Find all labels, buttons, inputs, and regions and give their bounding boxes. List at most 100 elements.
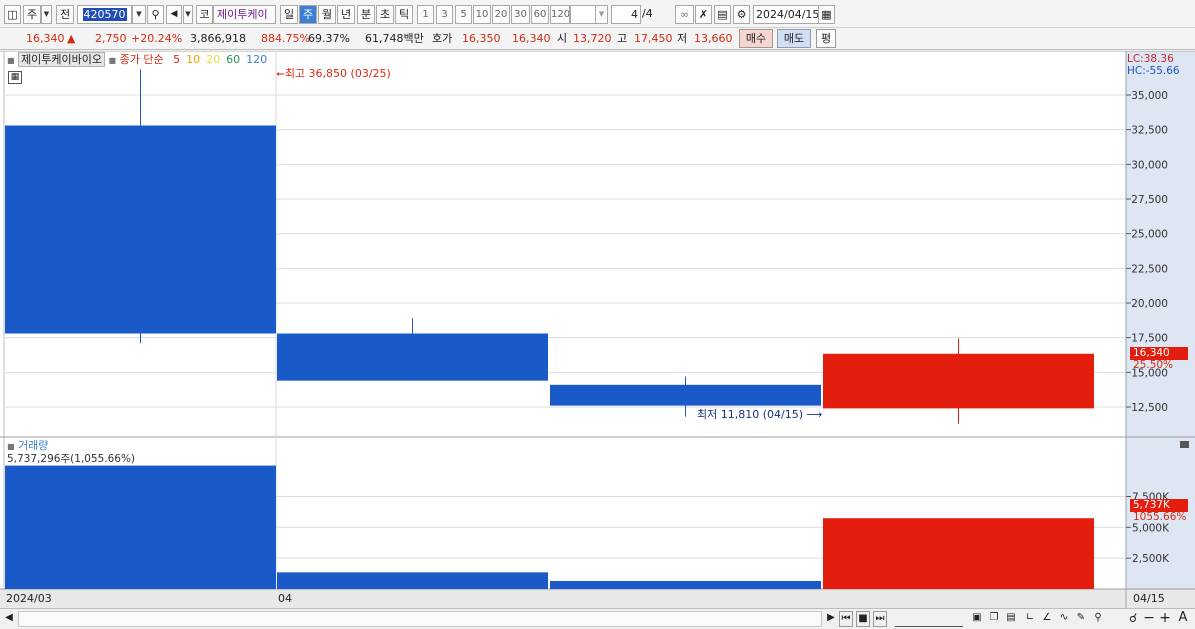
grid-toggle-icon[interactable]: ▦ [8, 71, 22, 84]
low-price: 13,660 [694, 32, 733, 45]
stock-code-dropdown-icon[interactable]: ▼ [132, 5, 146, 24]
price-panel-title: ■ 제이투케이바이오 ■ 종가 단순 5 10 20 60 120 [7, 52, 268, 67]
period-tab-1[interactable]: 주 [299, 5, 317, 24]
volume-bar [5, 465, 276, 589]
period-tab-4[interactable]: 분 [357, 5, 375, 24]
up-arrow-icon: ▲ [67, 32, 76, 45]
buy-button[interactable]: 매수 [739, 29, 773, 48]
high-price: 17,450 [634, 32, 673, 45]
current-price: 16,340 [26, 32, 65, 45]
scroll-left-icon[interactable]: ◀ [2, 611, 16, 627]
tools-icon[interactable]: ✗ [695, 5, 712, 24]
candle-body [550, 384, 821, 406]
ma-period-10: 10 [186, 53, 201, 66]
horizontal-scrollbar[interactable] [18, 611, 822, 627]
price-tick-label: 35,000 [1131, 90, 1168, 102]
interval-dropdown-icon[interactable]: ▼ [595, 5, 608, 24]
interval-tab-1[interactable]: 1 [417, 5, 434, 24]
interval-tab-10[interactable]: 10 [473, 5, 491, 24]
period-tab-3[interactable]: 년 [337, 5, 355, 24]
bid-label: 호가 [432, 32, 453, 45]
stock-code-input[interactable]: 420570 [77, 5, 132, 24]
trend-icon[interactable]: ∠ [1040, 611, 1054, 627]
stock-name-field[interactable]: 제이투케이 [213, 5, 276, 24]
line-tool-icon[interactable]: ∟ [1023, 611, 1037, 627]
stop-icon[interactable]: ■ [856, 611, 870, 627]
open-price: 13,720 [573, 32, 612, 45]
price-change-pct: +20.24% [131, 32, 183, 45]
market-dropdown-icon[interactable]: ▼ [41, 5, 52, 24]
wave-icon[interactable]: ∿ [1057, 611, 1071, 627]
period-tab-5[interactable]: 초 [376, 5, 394, 24]
period-tab-0[interactable]: 일 [280, 5, 298, 24]
low-label: 저 [677, 32, 688, 45]
volume-tick-label: 2,500K [1132, 553, 1170, 565]
price-tick-label: 17,500 [1131, 333, 1168, 345]
interval-tab-20[interactable]: 20 [492, 5, 510, 24]
sell-button[interactable]: 매도 [777, 29, 811, 48]
zoom-slider[interactable] [895, 611, 963, 627]
font-size-button[interactable]: A [1176, 611, 1190, 627]
panel-close-icon[interactable] [1180, 441, 1189, 448]
left-arrow-icon: ⭠ [276, 67, 285, 80]
chart-window-icon[interactable]: ◫ [4, 5, 21, 24]
interval-custom-input[interactable] [570, 5, 596, 24]
price-tick-label: 30,000 [1131, 159, 1168, 171]
volume-bar [823, 518, 1094, 589]
ma-periods: 5 10 20 60 120 [167, 53, 267, 66]
x-axis-label-month: 04 [278, 592, 292, 605]
speaker-dropdown-icon[interactable]: ▼ [183, 5, 193, 24]
price-tick-label: 25,000 [1131, 229, 1168, 241]
candle-body [277, 333, 548, 381]
x-axis-label-start: 2024/03 [6, 592, 52, 605]
split-icon[interactable]: ▤ [1004, 611, 1018, 627]
volume-bar [277, 572, 548, 589]
search-icon[interactable]: ⚲ [147, 5, 164, 24]
chart-canvas[interactable]: 12,50015,00017,50020,00022,50025,00027,5… [0, 51, 1195, 608]
lock-icon[interactable]: ⚲ [1091, 611, 1105, 627]
zoom-in-button[interactable]: + [1159, 611, 1171, 627]
interval-tab-60[interactable]: 60 [531, 5, 549, 24]
market-select[interactable]: 주 [23, 5, 41, 24]
volume-value-label: 5,737,296주(1,055.66%) [7, 453, 136, 465]
page-current-input[interactable]: 4 [611, 5, 641, 24]
high-label: 고 [617, 32, 628, 45]
trade-value: 61,748백만 [365, 32, 424, 45]
volume-bar [550, 580, 821, 589]
save-icon[interactable]: ▤ [714, 5, 731, 24]
volume-value: 3,866,918 [190, 32, 246, 45]
first-page-icon[interactable]: ⏮ [839, 611, 853, 627]
price-change: 2,750 [95, 32, 127, 45]
settings-icon[interactable]: ⚙ [733, 5, 750, 24]
market-badge: 코 [196, 5, 213, 24]
toolbar: ◫ 주 ▼ 전 420570 ▼ ⚲ ◀ ▼ 코 제이투케이 일주월년분초틱 1… [0, 0, 1195, 28]
interval-tab-3[interactable]: 3 [436, 5, 453, 24]
window-icon[interactable]: ❐ [987, 611, 1001, 627]
zoom-out-button[interactable]: − [1143, 611, 1155, 627]
interval-tab-30[interactable]: 30 [511, 5, 530, 24]
draw-icon[interactable]: ✎ [1074, 611, 1088, 627]
calendar-icon[interactable]: ▦ [818, 5, 835, 24]
date-input[interactable]: 2024/04/15 [753, 5, 819, 24]
low-note: 최저 11,810 (04/15) ⟶ [697, 408, 823, 421]
volume-ratio: 884.75% [261, 32, 310, 45]
price-tick-label: 20,000 [1131, 298, 1168, 310]
ma-period-60: 60 [226, 53, 241, 66]
candle-body [5, 125, 276, 334]
bid-price-2: 16,340 [512, 32, 551, 45]
prev-button[interactable]: 전 [56, 5, 74, 24]
speaker-icon[interactable]: ◀ [166, 5, 182, 24]
zoom-search-icon[interactable]: ☌ [1126, 611, 1140, 627]
period-tab-2[interactable]: 월 [318, 5, 336, 24]
eval-button[interactable]: 평 [816, 29, 836, 48]
link-icon[interactable]: ∞ [675, 5, 694, 24]
interval-tab-5[interactable]: 5 [455, 5, 472, 24]
interval-tab-120[interactable]: 120 [550, 5, 570, 24]
ma-label: 종가 단순 [119, 53, 164, 66]
ma-period-20: 20 [206, 53, 221, 66]
period-tab-6[interactable]: 틱 [395, 5, 413, 24]
layout-icon[interactable]: ▣ [970, 611, 984, 627]
volume-tick-label: 5,000K [1132, 522, 1170, 534]
last-page-icon[interactable]: ⏭ [873, 611, 887, 627]
scroll-right-icon[interactable]: ▶ [825, 611, 837, 627]
